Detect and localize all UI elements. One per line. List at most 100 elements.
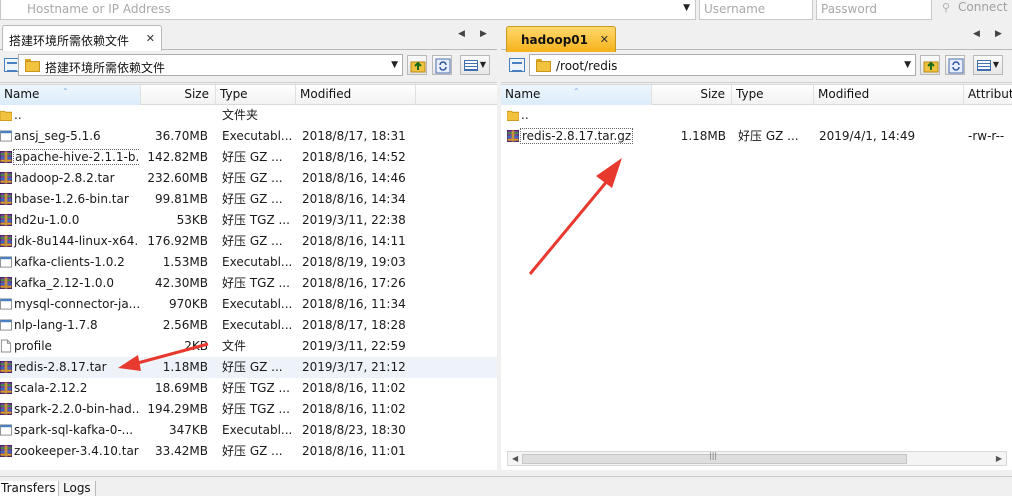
file-row[interactable]: spark-2.2.0-bin-had... 194.29MB 好压 TGZ ...… [0, 399, 497, 420]
file-type: 好压 GZ ... [222, 444, 283, 458]
tab-scroll-right-icon[interactable]: ▶ [995, 29, 1002, 39]
archive-icon [0, 403, 12, 415]
file-name-cell: spark-sql-kafka-0-... [0, 420, 139, 441]
tab-local-folder[interactable]: 搭建环境所需依赖文件 ✕ [2, 25, 162, 51]
file-type: Executabl... [222, 297, 293, 311]
remote-path-combo[interactable]: /root/redis ▼ [529, 54, 916, 76]
file-row[interactable]: apache-hive-2.1.1-b... 142.82MB 好压 GZ ... 2… [0, 147, 497, 168]
tab-logs[interactable]: Logs [58, 481, 96, 496]
tab-scroll-right-icon[interactable]: ▶ [480, 29, 487, 39]
file-row[interactable]: zookeeper-3.4.10.tar 33.42MB 好压 GZ ... 2018… [0, 441, 497, 462]
file-name: scala-2.12.2 [14, 381, 88, 395]
chevron-down-icon[interactable]: ▼ [683, 3, 690, 13]
tab-label: 搭建环境所需依赖文件 [9, 34, 130, 48]
local-path-text: 搭建环境所需依赖文件 [45, 61, 166, 75]
username-input[interactable] [700, 0, 812, 18]
file-row[interactable]: hadoop-2.8.2.tar 232.60MB 好压 GZ ... 2018/8/… [0, 168, 497, 189]
remote-tab-strip: hadoop01 ✕ ◀ ▶ [501, 22, 1012, 52]
file-name-cell: ansj_seg-5.1.6 [0, 126, 139, 147]
file-type: Executabl... [222, 318, 293, 332]
chevron-down-icon[interactable]: ▼ [391, 60, 398, 70]
password-input[interactable] [817, 0, 931, 18]
file-row[interactable]: kafka-clients-1.0.2 1.53MB Executabl... 201… [0, 252, 497, 273]
file-type: 好压 GZ ... [222, 360, 283, 374]
tab-remote-session[interactable]: hadoop01 ✕ [506, 26, 616, 52]
app-window: ▼ ⚲ Connect 搭建环境所需依赖文件 ✕ ◀ ▶ 搭建环境所需依赖文件 [0, 0, 1012, 496]
file-name: jdk-8u144-linux-x64... [14, 234, 139, 248]
scroll-left-icon[interactable]: ◀ [512, 454, 518, 463]
file-type: 好压 GZ ... [738, 129, 799, 143]
scrollbar-thumb[interactable] [522, 451, 907, 464]
file-row[interactable]: hbase-1.2.6-bin.tar 99.81MB 好压 GZ ... 2018/… [0, 189, 497, 210]
archive-icon [0, 193, 12, 205]
column-attributes[interactable]: Attribut [964, 85, 1012, 105]
connect-label: Connect [958, 0, 1008, 14]
file-row[interactable]: hd2u-1.0.0 53KB 好压 TGZ ... 2019/3/11, 22:38 [0, 210, 497, 231]
refresh-button[interactable] [432, 55, 452, 75]
column-size[interactable]: Size [141, 85, 216, 105]
file-row[interactable]: scala-2.12.2 18.69MB 好压 TGZ ... 2018/8/16, … [0, 378, 497, 399]
refresh-button[interactable] [945, 55, 965, 75]
hostname-input[interactable] [1, 0, 677, 18]
file-row[interactable]: redis-2.8.17.tar 1.18MB 好压 GZ ... 2019/3/17… [0, 357, 497, 378]
file-size: 142.82MB [147, 150, 208, 164]
parent-folder-button[interactable] [920, 55, 940, 75]
view-mode-button[interactable]: ▼ [460, 55, 490, 75]
hostname-combo[interactable]: ▼ [0, 0, 696, 20]
chevron-down-icon[interactable]: ▼ [904, 60, 911, 70]
file-size: 2KB [184, 339, 208, 353]
bottom-tab-strip: Transfers Logs [0, 476, 1012, 496]
file-name: kafka_2.12-1.0.0 [14, 276, 114, 290]
remote-file-list[interactable]: ⌃ Name Size Type Modified Attribut .. redi… [501, 84, 1012, 470]
username-field[interactable] [699, 0, 813, 20]
file-row[interactable]: ansj_seg-5.1.6 36.70MB Executabl... 2018/8/… [0, 126, 497, 147]
file-row[interactable]: kafka_2.12-1.0.0 42.30MB 好压 TGZ ... 2018/8/… [0, 273, 497, 294]
file-type: 好压 TGZ ... [222, 276, 290, 290]
password-field[interactable] [816, 0, 932, 20]
file-modified: 2018/8/16, 11:02 [302, 402, 406, 416]
connect-button[interactable]: ⚲ Connect [936, 0, 1012, 18]
file-modified: 2018/8/16, 14:34 [302, 192, 406, 206]
column-modified[interactable]: Modified [296, 85, 416, 105]
folder-icon [0, 110, 12, 121]
file-size: 194.29MB [147, 402, 208, 416]
file-row[interactable]: .. [501, 105, 1012, 126]
file-size: 42.30MB [155, 276, 208, 290]
file-size: 232.60MB [147, 171, 208, 185]
tab-label: hadoop01 [521, 33, 589, 47]
tab-scroll-left-icon[interactable]: ◀ [458, 29, 465, 39]
file-size: 347KB [168, 423, 208, 437]
local-file-list[interactable]: ⌃ Name Size Type Modified .. 文件夹 ansj_seg-5… [0, 84, 497, 470]
tree-view-icon[interactable] [509, 58, 525, 72]
scroll-right-icon[interactable]: ▶ [996, 454, 1002, 463]
column-type[interactable]: Type [216, 85, 296, 105]
column-size[interactable]: Size [652, 85, 732, 105]
column-modified[interactable]: Modified [814, 85, 964, 105]
parent-folder-button[interactable] [407, 55, 427, 75]
file-row[interactable]: nlp-lang-1.7.8 2.56MB Executabl... 2018/8/1… [0, 315, 497, 336]
close-icon[interactable]: ✕ [600, 33, 609, 46]
column-name[interactable]: ⌃ Name [0, 85, 141, 105]
file-row[interactable]: redis-2.8.17.tar.gz 1.18MB 好压 GZ ... 2019/4… [501, 126, 1012, 147]
file-row[interactable]: .. 文件夹 [0, 105, 497, 126]
column-name[interactable]: ⌃ Name [501, 85, 652, 105]
column-type[interactable]: Type [732, 85, 814, 105]
tab-transfers[interactable]: Transfers [0, 481, 61, 496]
file-row[interactable]: spark-sql-kafka-0-... 347KB Executabl... 20… [0, 420, 497, 441]
file-modified: 2018/8/16, 14:46 [302, 171, 406, 185]
refresh-icon [948, 58, 964, 74]
tab-scroll-left-icon[interactable]: ◀ [973, 29, 980, 39]
file-type [738, 105, 810, 126]
local-path-combo[interactable]: 搭建环境所需依赖文件 ▼ [18, 54, 403, 76]
file-modified: 2018/8/23, 18:30 [302, 423, 406, 437]
view-mode-button[interactable]: ▼ [973, 55, 1003, 75]
file-row[interactable]: mysql-connector-ja... 970KB Executabl... 20… [0, 294, 497, 315]
horizontal-scrollbar[interactable]: ◀ ▶ [507, 451, 1007, 466]
file-row[interactable]: jdk-8u144-linux-x64... 176.92MB 好压 GZ ... 2… [0, 231, 497, 252]
file-modified: 2019/3/17, 21:12 [302, 360, 406, 374]
file-row[interactable]: profile 2KB 文件 2019/3/11, 22:59 [0, 336, 497, 357]
file-modified: 2019/3/11, 22:59 [302, 339, 406, 353]
file-name-cell: kafka-clients-1.0.2 [0, 252, 139, 273]
file-size: 18.69MB [155, 381, 208, 395]
close-icon[interactable]: ✕ [146, 32, 155, 45]
